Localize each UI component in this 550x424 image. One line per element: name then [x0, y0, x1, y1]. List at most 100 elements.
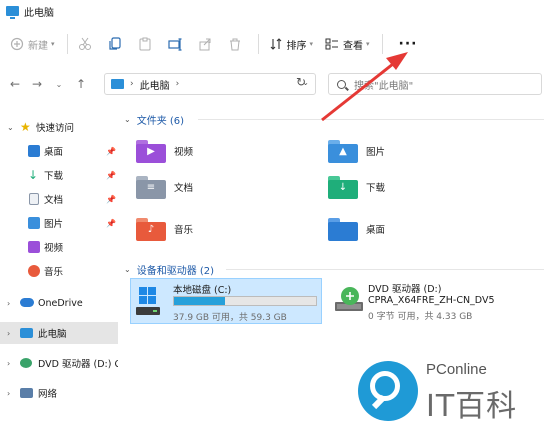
watermark-sub: IT百科	[426, 389, 518, 424]
watermark-logo: PConline IT百科	[354, 355, 550, 424]
sidebar-item-network[interactable]: › 网络	[0, 382, 118, 404]
view-icon	[325, 37, 339, 51]
pictures-folder-icon: ▲	[328, 139, 358, 163]
copy-icon	[108, 37, 122, 51]
more-options-button[interactable]: ···	[399, 36, 418, 52]
folder-label: 音乐	[174, 225, 194, 236]
sidebar-item-pictures[interactable]: 图片 📌	[0, 212, 118, 234]
watermark-brand: PConline	[426, 361, 487, 378]
sidebar-item-onedrive[interactable]: › OneDrive	[0, 292, 118, 314]
refresh-button[interactable]: ↻	[296, 75, 306, 89]
paste-button[interactable]	[138, 32, 156, 56]
sidebar-label: 文档	[44, 195, 64, 206]
this-pc-icon	[111, 79, 124, 89]
back-button[interactable]: ←	[4, 77, 26, 91]
drive-volume-label: CPRA_X64FRE_ZH-CN_DV5	[368, 295, 495, 306]
share-icon	[198, 37, 212, 51]
folder-desktop[interactable]: 桌面	[328, 214, 385, 244]
pin-icon: 📌	[106, 146, 116, 156]
chevron-right-icon[interactable]: ›	[7, 329, 10, 338]
divider	[257, 34, 259, 54]
star-icon: ★	[20, 120, 31, 134]
address-bar[interactable]: › 此电脑 › ⌄	[104, 73, 316, 95]
documents-folder-icon: ≡	[136, 175, 166, 199]
sidebar-item-this-pc[interactable]: › 此电脑	[0, 322, 118, 344]
cut-button[interactable]	[78, 32, 96, 56]
search-placeholder: 搜索"此电脑"	[354, 80, 414, 92]
chevron-right-icon[interactable]: ›	[7, 299, 10, 308]
folders-group-header[interactable]: ⌄ 文件夹 (6)	[124, 112, 184, 127]
drive-d[interactable]: DVD 驱动器 (D:) CPRA_X64FRE_ZH-CN_DV5 0 字节 …	[330, 278, 544, 324]
delete-button[interactable]	[228, 32, 246, 56]
group-title: 文件夹 (6)	[136, 116, 185, 127]
view-button[interactable]: 查看 ▾	[325, 32, 370, 56]
sidebar-item-quick-access[interactable]: ⌄ ★ 快速访问	[0, 116, 118, 138]
divider	[226, 269, 544, 270]
forward-button[interactable]: →	[26, 77, 48, 91]
magnifier-logo-icon	[358, 361, 418, 421]
chevron-down-icon[interactable]: ⌄	[124, 265, 131, 274]
chevron-right-icon[interactable]: ›	[7, 389, 10, 398]
divider	[381, 34, 383, 54]
up-button[interactable]: ↑	[70, 77, 92, 91]
new-button[interactable]: 新建 ▾	[10, 32, 55, 56]
search-input[interactable]: 搜索"此电脑"	[328, 73, 542, 95]
chevron-down-icon: ▾	[309, 40, 314, 48]
folder-label: 文档	[174, 183, 194, 194]
desktop-icon	[28, 145, 40, 157]
title-bar: 此电脑	[0, 0, 550, 22]
folder-documents[interactable]: ≡ 文档	[136, 172, 193, 202]
sidebar-item-downloads[interactable]: ↓ 下载 📌	[0, 164, 118, 186]
cloud-icon	[20, 298, 34, 307]
chevron-down-icon: ▾	[366, 40, 370, 48]
window-title: 此电脑	[24, 7, 54, 19]
sort-icon	[269, 37, 283, 51]
network-icon	[20, 388, 33, 398]
search-icon	[337, 79, 346, 89]
sort-button[interactable]: 排序 ▾	[269, 32, 314, 56]
chevron-down-icon[interactable]: ⌄	[124, 115, 131, 124]
sort-label: 排序	[286, 40, 307, 52]
videos-icon	[28, 241, 40, 253]
sidebar-item-videos[interactable]: 视频	[0, 236, 118, 258]
pin-icon: 📌	[106, 194, 116, 204]
chevron-right-icon[interactable]: ›	[7, 359, 10, 368]
sidebar-label: 此电脑	[38, 329, 67, 340]
folder-label: 图片	[366, 147, 386, 158]
share-button[interactable]	[198, 32, 216, 56]
copy-button[interactable]	[108, 32, 126, 56]
drive-stat: 37.9 GB 可用，共 59.3 GB	[173, 313, 287, 323]
folder-downloads[interactable]: ↓ 下载	[328, 172, 385, 202]
sidebar-item-documents[interactable]: 文档 📌	[0, 188, 118, 210]
music-folder-icon: ♪	[136, 217, 166, 241]
sidebar-item-dvd-drive[interactable]: › DVD 驱动器 (D:) CI	[0, 352, 118, 374]
cut-icon	[78, 37, 92, 51]
divider	[198, 119, 544, 120]
drive-usage-bar	[173, 296, 317, 306]
sidebar-label: 桌面	[44, 147, 64, 158]
sidebar-item-desktop[interactable]: 桌面 📌	[0, 140, 118, 162]
folder-music[interactable]: ♪ 音乐	[136, 214, 193, 244]
breadcrumb-this-pc[interactable]: 此电脑	[140, 77, 170, 92]
drive-c[interactable]: 本地磁盘 (C:) 37.9 GB 可用，共 59.3 GB	[130, 278, 322, 324]
desktop-folder-icon	[328, 217, 358, 241]
pictures-icon	[28, 217, 40, 229]
folder-pictures[interactable]: ▲ 图片	[328, 136, 385, 166]
recent-locations-button[interactable]: ⌄	[48, 80, 70, 89]
view-label: 查看	[343, 40, 364, 52]
sidebar-label: 下载	[44, 171, 64, 182]
this-pc-icon	[6, 6, 19, 19]
sidebar-item-music[interactable]: 音乐	[0, 260, 118, 282]
folder-videos[interactable]: ▶ 视频	[136, 136, 193, 166]
paste-icon	[138, 37, 152, 51]
chevron-down-icon[interactable]: ⌄	[7, 123, 14, 132]
drive-stat: 0 字节 可用，共 4.33 GB	[368, 312, 473, 322]
rename-icon	[167, 37, 182, 51]
drives-group-header[interactable]: ⌄ 设备和驱动器 (2)	[124, 262, 214, 277]
chevron-right-icon: ›	[130, 79, 134, 89]
new-label: 新建	[28, 40, 48, 52]
rename-button[interactable]	[167, 32, 186, 56]
this-pc-icon	[20, 328, 33, 338]
navigation-pane: ⌄ ★ 快速访问 桌面 📌 ↓ 下载 📌 文档 📌 图片 📌 视频 音乐 › O…	[0, 112, 118, 424]
divider	[66, 34, 68, 54]
